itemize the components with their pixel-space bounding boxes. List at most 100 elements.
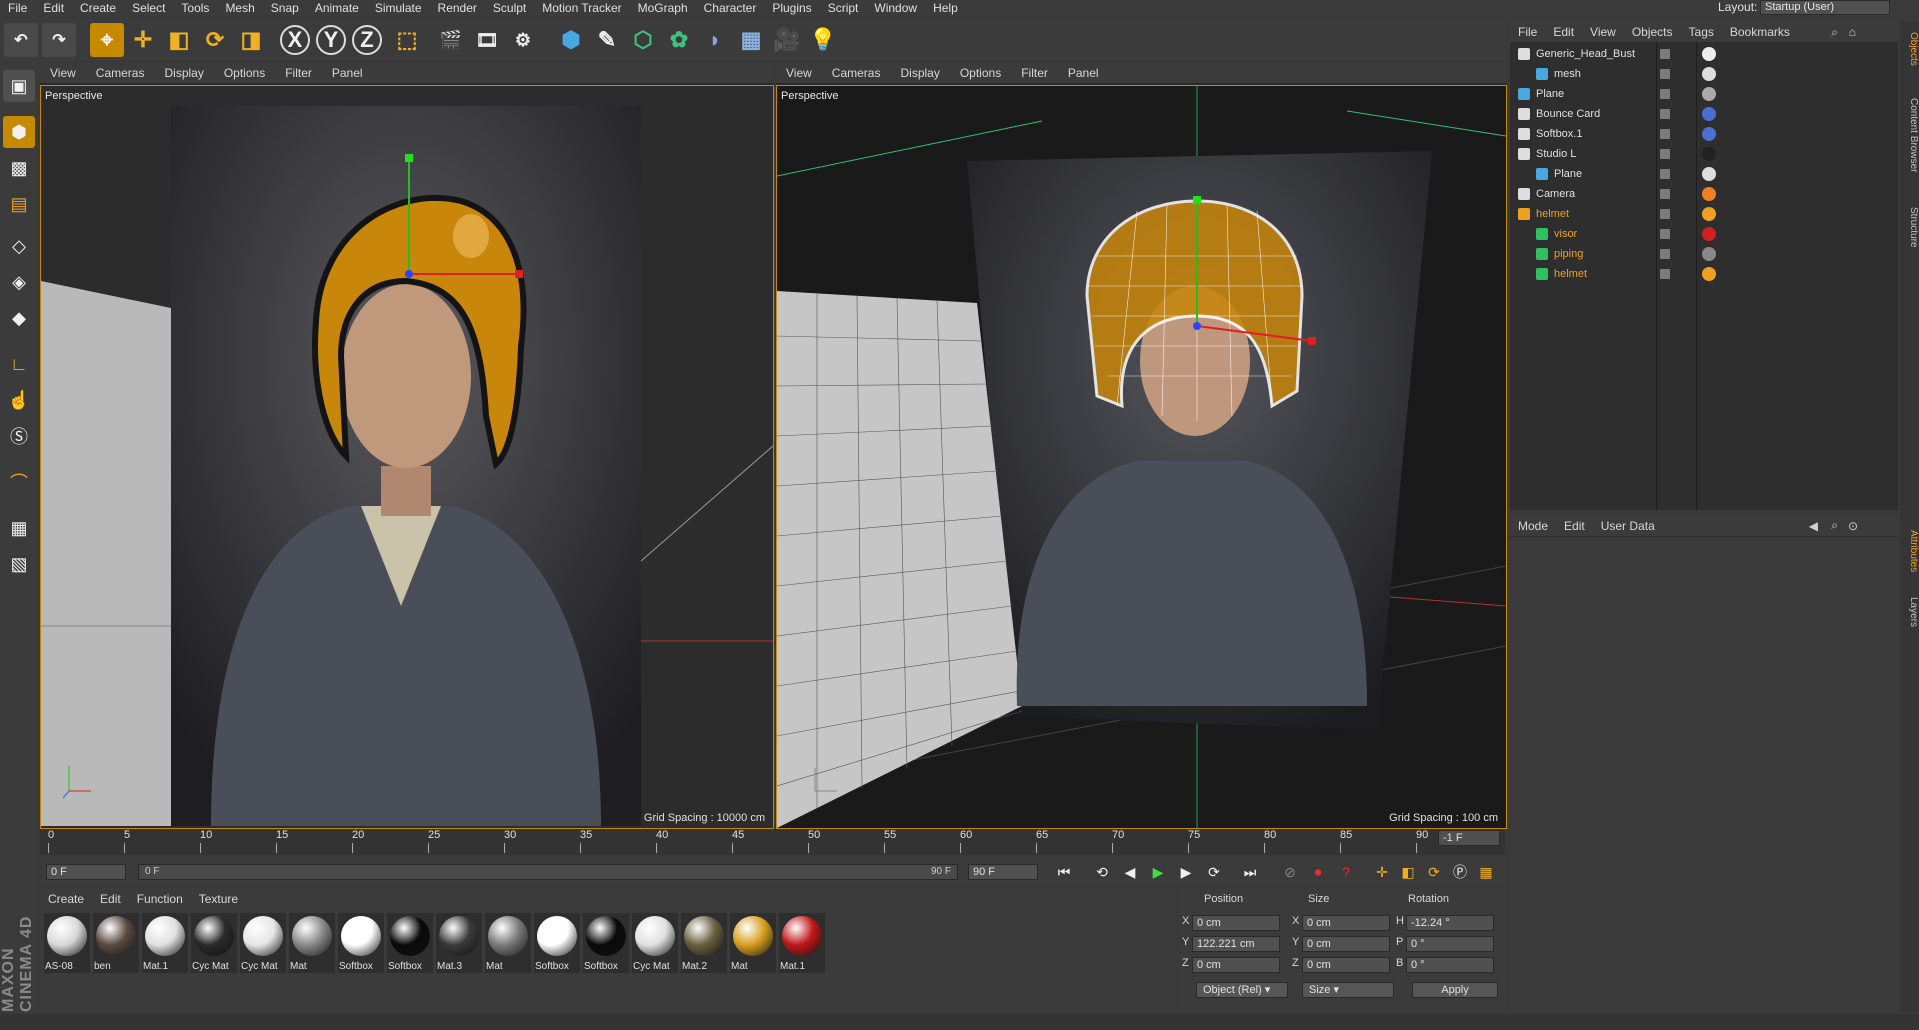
key-scale-icon[interactable]: ◧ xyxy=(1396,861,1420,883)
material-swatch[interactable]: Softbox xyxy=(387,913,433,973)
size-mode-select[interactable]: Size ▾ xyxy=(1302,982,1394,998)
material-tag-icon[interactable] xyxy=(1702,187,1716,201)
viewport-menu-filter[interactable]: Filter xyxy=(1011,66,1058,80)
visibility-toggle[interactable] xyxy=(1660,149,1670,159)
material-swatch[interactable]: Mat.2 xyxy=(681,913,727,973)
viewport-menu-cameras[interactable]: Cameras xyxy=(86,66,155,80)
material-swatch[interactable]: Mat.1 xyxy=(142,913,188,973)
material-menu-edit[interactable]: Edit xyxy=(92,892,129,906)
objects-menu-bookmarks[interactable]: Bookmarks xyxy=(1722,25,1798,39)
x-axis-icon[interactable]: X xyxy=(280,25,310,55)
object-row[interactable]: helmet xyxy=(1510,204,1898,224)
object-row[interactable]: Generic_Head_Bust xyxy=(1510,44,1898,64)
visibility-toggle[interactable] xyxy=(1660,69,1670,79)
coord-system-icon[interactable]: ⬚ xyxy=(390,23,424,57)
rotation-field[interactable]: -12.24 ° xyxy=(1406,915,1494,931)
tab-objects[interactable]: Objects xyxy=(1900,26,1919,72)
viewport-left-canvas[interactable]: Perspective Grid Spacing : 10000 cm xyxy=(40,85,774,829)
rotation-field[interactable]: 0 ° xyxy=(1406,936,1494,952)
visibility-toggle[interactable] xyxy=(1660,209,1670,219)
objects-menu-view[interactable]: View xyxy=(1582,25,1624,39)
prev-key-icon[interactable]: ⟲ xyxy=(1090,861,1114,883)
next-key-icon[interactable]: ⟳ xyxy=(1202,861,1226,883)
material-swatch[interactable]: Mat.1 xyxy=(779,913,825,973)
position-field[interactable]: 0 cm xyxy=(1192,915,1280,931)
y-axis-icon[interactable]: Y xyxy=(316,25,346,55)
material-swatch[interactable]: AS-08 xyxy=(44,913,90,973)
texture-mode-icon[interactable]: ▩ xyxy=(3,152,35,184)
render-view-icon[interactable]: 🎬 xyxy=(434,23,468,57)
object-row[interactable]: Bounce Card xyxy=(1510,104,1898,124)
move-icon[interactable]: ✛ xyxy=(126,23,160,57)
menu-mograph[interactable]: MoGraph xyxy=(630,1,696,15)
tab-layers[interactable]: Layers xyxy=(1900,592,1919,632)
attributes-menu-mode[interactable]: Mode xyxy=(1510,519,1556,533)
material-menu-texture[interactable]: Texture xyxy=(191,892,246,906)
object-row[interactable]: Plane xyxy=(1510,84,1898,104)
material-swatch[interactable]: Mat xyxy=(289,913,335,973)
menu-animate[interactable]: Animate xyxy=(307,1,367,15)
attributes-menu-user-data[interactable]: User Data xyxy=(1593,519,1663,533)
menu-character[interactable]: Character xyxy=(696,1,765,15)
rotate-icon[interactable]: ⟳ xyxy=(198,23,232,57)
render-settings-icon[interactable]: ⚙ xyxy=(506,23,540,57)
autokey-icon[interactable]: ⏺ xyxy=(1306,861,1330,883)
material-tag-icon[interactable] xyxy=(1702,87,1716,101)
menu-tools[interactable]: Tools xyxy=(173,1,217,15)
solo-icon[interactable]: Ⓢ xyxy=(3,420,35,452)
material-tag-icon[interactable] xyxy=(1702,227,1716,241)
material-swatch[interactable]: Softbox xyxy=(534,913,580,973)
cloner-icon[interactable]: ✿ xyxy=(662,23,696,57)
search-icon[interactable]: ⌕ xyxy=(1831,518,1838,533)
material-swatch[interactable]: Mat xyxy=(730,913,776,973)
layout-select[interactable]: Startup (User) xyxy=(1760,0,1890,15)
material-tag-icon[interactable] xyxy=(1702,67,1716,81)
pen-icon[interactable]: ✎ xyxy=(590,23,624,57)
viewport-menu-filter[interactable]: Filter xyxy=(275,66,322,80)
material-swatch[interactable]: Mat xyxy=(485,913,531,973)
undo-icon[interactable]: ↶ xyxy=(4,23,38,57)
menu-sculpt[interactable]: Sculpt xyxy=(485,1,534,15)
size-field[interactable]: 0 cm xyxy=(1302,957,1390,973)
viewport-menu-panel[interactable]: Panel xyxy=(1058,66,1109,80)
subdivision-icon[interactable]: ⬡ xyxy=(626,23,660,57)
make-editable-icon[interactable]: ▣ xyxy=(3,70,35,102)
light-icon[interactable]: 💡 xyxy=(806,23,840,57)
size-field[interactable]: 0 cm xyxy=(1302,936,1390,952)
material-menu-function[interactable]: Function xyxy=(129,892,191,906)
tweak-mode-icon[interactable]: ☝ xyxy=(3,384,35,416)
apply-button[interactable]: Apply xyxy=(1412,982,1498,998)
edges-mode-icon[interactable]: ◈ xyxy=(3,266,35,298)
viewport-menu-options[interactable]: Options xyxy=(950,66,1011,80)
snap-icon[interactable]: ⌒ xyxy=(3,466,35,498)
model-mode-icon[interactable]: ⬢ xyxy=(3,116,35,148)
material-tag-icon[interactable] xyxy=(1702,267,1716,281)
menu-snap[interactable]: Snap xyxy=(263,1,307,15)
material-swatch[interactable]: Cyc Mat xyxy=(632,913,678,973)
tab-attributes[interactable]: Attributes xyxy=(1900,519,1919,583)
key-parameter-icon[interactable]: Ⓟ xyxy=(1448,861,1472,883)
visibility-toggle[interactable] xyxy=(1660,169,1670,179)
goto-start-icon[interactable]: ⏮ xyxy=(1052,861,1076,883)
menu-edit[interactable]: Edit xyxy=(35,1,72,15)
home-icon[interactable]: ⌂ xyxy=(1849,25,1856,39)
recent-tool-icon[interactable]: ◨ xyxy=(234,23,268,57)
key-pla-icon[interactable]: ▦ xyxy=(1474,861,1498,883)
material-tag-icon[interactable] xyxy=(1702,247,1716,261)
material-menu-create[interactable]: Create xyxy=(40,892,92,906)
material-swatch[interactable]: Cyc Mat xyxy=(240,913,286,973)
next-frame-icon[interactable]: ▶ xyxy=(1174,861,1198,883)
viewport-menu-display[interactable]: Display xyxy=(890,66,949,80)
material-tag-icon[interactable] xyxy=(1702,147,1716,161)
rotation-field[interactable]: 0 ° xyxy=(1406,957,1494,973)
object-row[interactable]: Plane xyxy=(1510,164,1898,184)
object-row[interactable]: piping xyxy=(1510,244,1898,264)
menu-file[interactable]: File xyxy=(0,1,35,15)
floor-icon[interactable]: ▦ xyxy=(734,23,768,57)
tab-structure[interactable]: Structure xyxy=(1900,198,1919,256)
search-icon[interactable]: ⌕ xyxy=(1831,25,1838,40)
material-swatch[interactable]: Softbox xyxy=(338,913,384,973)
keyframe-selection-icon[interactable]: ? xyxy=(1334,861,1358,883)
frame-range-slider[interactable]: 0 F 90 F xyxy=(138,864,958,880)
key-position-icon[interactable]: ✛ xyxy=(1370,861,1394,883)
